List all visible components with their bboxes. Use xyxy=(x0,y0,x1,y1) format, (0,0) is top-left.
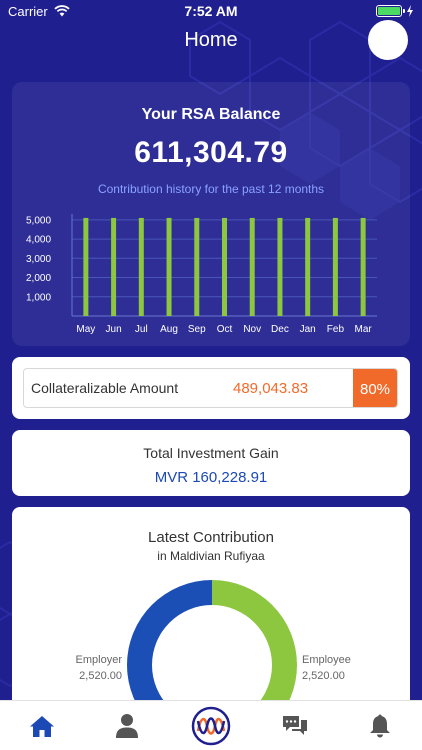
x-tick-label: Jan xyxy=(300,324,316,335)
tab-home[interactable] xyxy=(17,703,67,749)
collateral-card[interactable]: Collateralizable Amount 489,043.83 80% xyxy=(12,357,410,419)
investment-value: MVR 160,228.91 xyxy=(154,469,268,486)
x-tick-label: Dec xyxy=(271,324,289,335)
tab-messages[interactable] xyxy=(270,703,320,749)
x-tick-label: Nov xyxy=(243,324,261,335)
bell-icon xyxy=(369,714,390,737)
y-tick-label: 2,000 xyxy=(26,273,51,284)
chart-bar xyxy=(166,217,172,316)
collateral-value: 489,043.83 xyxy=(233,380,309,397)
chart-bar xyxy=(138,217,144,316)
latest-subtitle: in Maldivian Rufiyaa xyxy=(157,549,265,563)
x-tick-label: Jul xyxy=(135,324,148,335)
chart-bar xyxy=(83,217,89,316)
donut-slice-employee xyxy=(212,580,297,707)
battery-icon xyxy=(376,5,405,17)
chart-bar xyxy=(194,217,200,316)
chat-icon xyxy=(283,715,308,735)
status-bar: Carrier 7:52 AM xyxy=(0,0,422,22)
chart-bar xyxy=(277,217,283,316)
tab-notifications[interactable] xyxy=(355,703,405,749)
balance-title: Your RSA Balance xyxy=(141,106,281,123)
logo-icon xyxy=(191,706,231,745)
latest-title: Latest Contribution xyxy=(148,529,274,546)
chart-bar xyxy=(249,217,255,316)
investment-label: Total Investment Gain xyxy=(143,445,279,461)
x-tick-label: Jun xyxy=(106,324,122,335)
employee-legend: Employee 2,520.00 xyxy=(302,652,372,684)
contribution-chart: 1,000 2,000 3,000 4,000 5,000 May Jun Jul Aug Sep… xyxy=(26,214,377,335)
donut-slice-employer xyxy=(127,580,212,707)
chart-bar xyxy=(222,217,227,316)
status-time: 7:52 AM xyxy=(184,3,238,19)
x-tick-label: Sep xyxy=(188,324,206,335)
chart-bar xyxy=(305,217,311,316)
y-tick-label: 1,000 xyxy=(26,292,51,303)
chart-bar xyxy=(111,217,117,316)
chart-bar xyxy=(360,217,366,316)
y-tick-label: 5,000 xyxy=(26,215,51,226)
tab-bar xyxy=(0,700,422,750)
latest-contribution-card: Latest Contribution in Maldivian Rufiyaa… xyxy=(12,507,410,707)
tab-logo[interactable] xyxy=(186,703,236,749)
investment-card[interactable]: Total Investment Gain MVR 160,228.91 xyxy=(12,430,410,496)
employee-label: Employee xyxy=(302,654,351,666)
x-tick-label: May xyxy=(76,324,95,335)
collateral-label: Collateralizable Amount xyxy=(31,380,179,396)
employer-label: Employer xyxy=(75,654,122,666)
profile-icon xyxy=(115,713,138,738)
avatar[interactable] xyxy=(368,20,408,60)
y-tick-label: 4,000 xyxy=(26,235,51,246)
x-tick-label: Oct xyxy=(217,324,233,335)
contribution-donut-chart xyxy=(127,580,297,707)
x-tick-label: Mar xyxy=(355,324,373,335)
page-title: Home xyxy=(184,29,238,51)
x-tick-label: Feb xyxy=(327,324,345,335)
chart-bar xyxy=(332,217,338,316)
balance-value: 611,304.79 xyxy=(134,136,288,169)
home-icon xyxy=(30,715,55,737)
x-tick-label: Aug xyxy=(160,324,178,335)
employer-value: 2,520.00 xyxy=(79,670,122,682)
tab-profile[interactable] xyxy=(102,703,152,749)
employer-legend: Employer 2,520.00 xyxy=(52,652,122,684)
y-tick-label: 3,000 xyxy=(26,254,51,265)
collateral-percent-badge: 80% xyxy=(353,369,397,407)
employee-value: 2,520.00 xyxy=(302,670,345,682)
balance-subtitle: Contribution history for the past 12 mon… xyxy=(97,182,325,196)
balance-card: Your RSA Balance 611,304.79 Contribution… xyxy=(12,82,410,346)
collateral-box: Collateralizable Amount 489,043.83 80% xyxy=(23,368,398,408)
